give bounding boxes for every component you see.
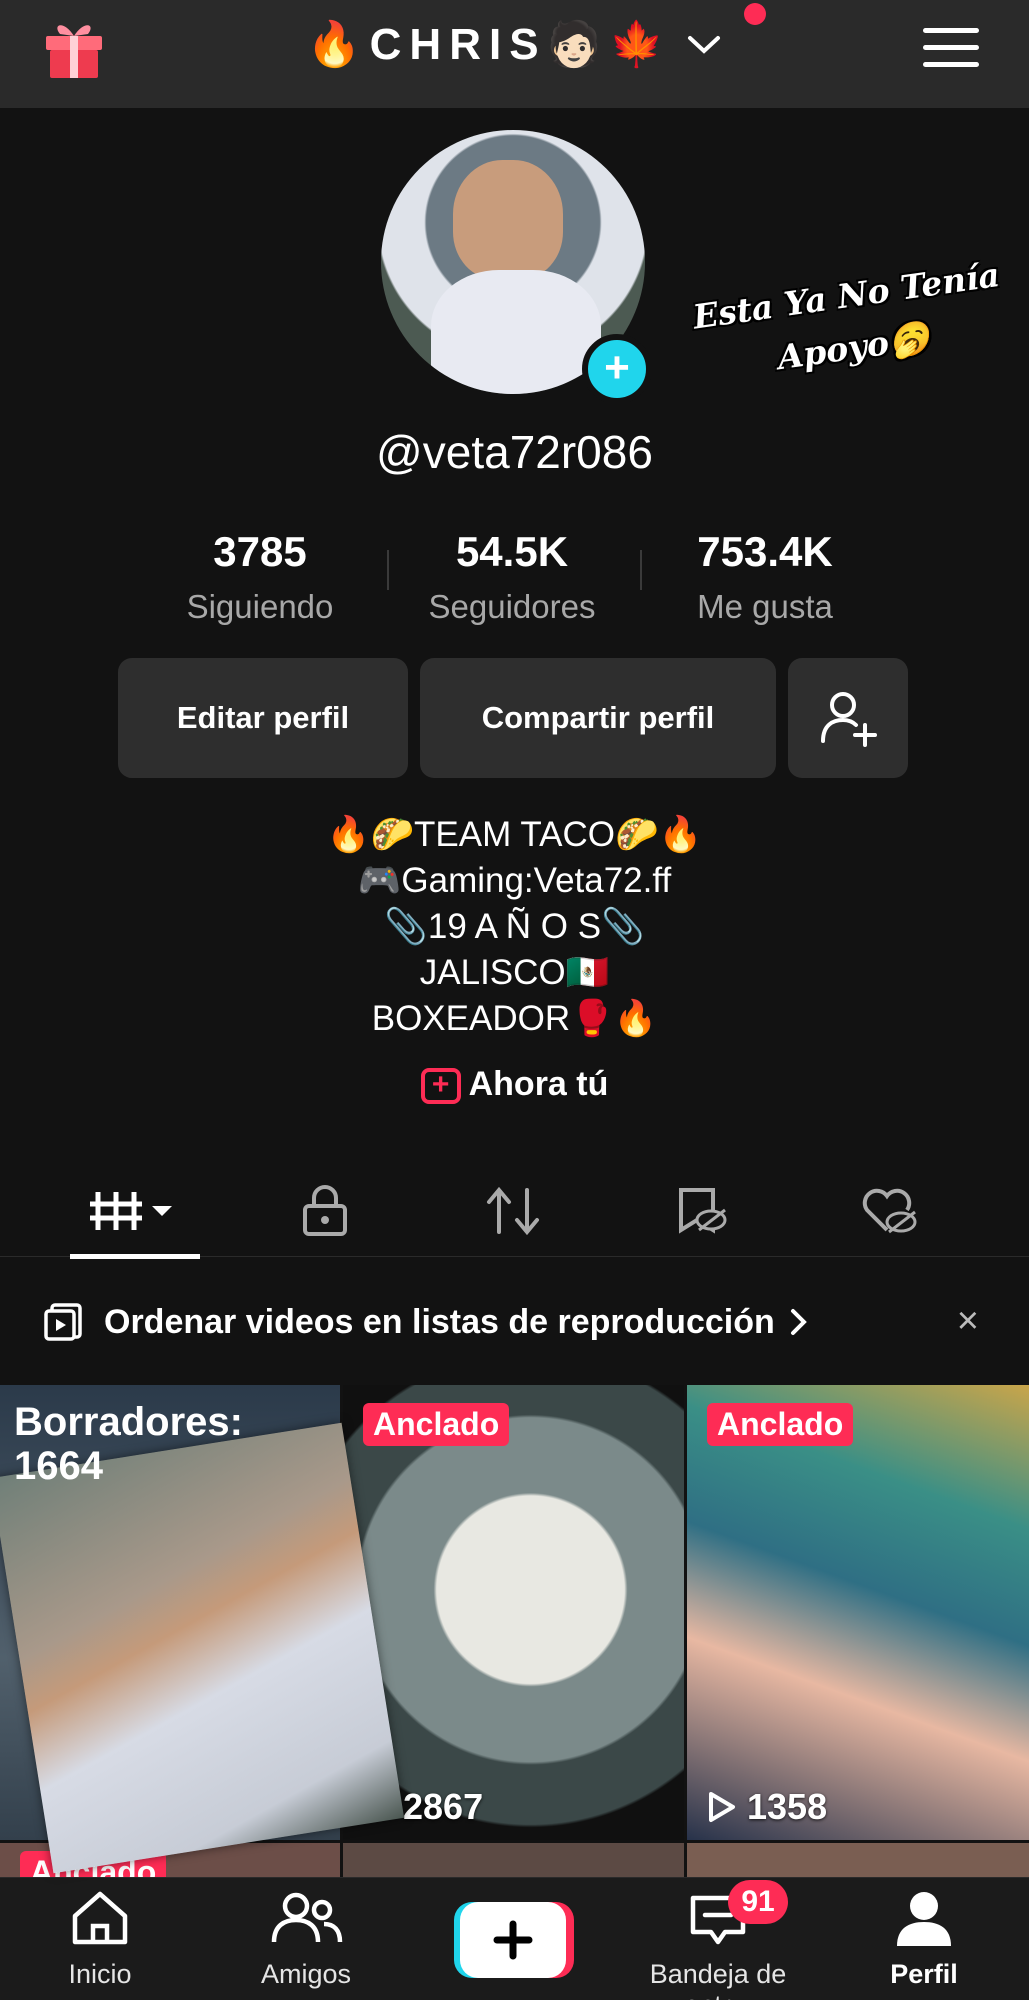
content-tabs [0,1165,1029,1259]
stat-label: Me gusta [697,588,833,625]
bio-line: JALISCO🇲🇽 [419,953,610,992]
stat-value: 753.4K [697,528,833,575]
play-icon [709,1792,735,1822]
tab-videos[interactable] [70,1165,200,1259]
playlist-banner[interactable]: Ordenar videos en listas de reproducción… [0,1262,1029,1382]
stat-value: 3785 [213,528,307,575]
stat-divider [640,550,642,590]
tab-reposts[interactable] [448,1165,578,1257]
bio-line: 🔥🌮TEAM TACO🌮🔥 [326,815,703,854]
friends-icon [271,1892,343,1943]
stat-value: 54.5K [455,528,569,575]
grid-icon [90,1192,172,1230]
video-thumbnail[interactable]: Anclado 1358 [687,1385,1029,1840]
tab-saved[interactable] [636,1165,766,1257]
nav-home[interactable]: Inicio [0,1888,200,1990]
pinned-badge: Anclado [707,1403,854,1446]
pinned-badge: Anclado [363,1403,510,1446]
nav-friends[interactable]: Amigos [206,1888,406,1990]
nav-label: Amigos [260,1959,352,1989]
view-count: 1358 [707,1786,827,1828]
home-icon [72,1891,128,1945]
bottom-nav: Inicio Amigos Bandeja de entr... 91 Perf… [0,1877,1029,2000]
nav-label: Inicio [68,1959,132,1989]
ahora-tu-link[interactable]: + Ahora tú [0,1065,1029,1105]
playlist-banner-text: Ordenar videos en listas de reproducción [104,1302,775,1341]
sticker-text: Esta Ya No Tenía Apoyo🥱 [690,254,1003,378]
hamburger-menu-icon[interactable] [923,28,979,68]
liked-hidden-icon [862,1188,917,1234]
tab-private[interactable] [260,1165,390,1257]
stat-following[interactable]: 3785 Siguiendo [150,528,370,626]
add-friend-button[interactable] [788,658,908,778]
chevron-right-icon [790,1309,807,1335]
inbox-badge: 91 [728,1880,788,1924]
account-name: 🔥CHRIS🧑🏻🍁 [306,20,673,69]
stats-row: 3785 Siguiendo 54.5K Seguidores 753.4K M… [0,528,1029,638]
notification-dot [744,3,766,25]
add-square-icon: + [420,1068,461,1105]
nav-inbox[interactable]: Bandeja de entr... [618,1888,818,2000]
tab-liked[interactable] [824,1165,954,1257]
add-story-plus-icon[interactable]: + [582,334,652,404]
stat-label: Seguidores [428,588,596,625]
nav-profile[interactable]: Perfil [824,1888,1024,1990]
drafts-label: Borradores: 1664 [14,1400,243,1488]
stat-likes[interactable]: 753.4K Me gusta [655,528,875,626]
bio-line: 🎮Gaming:Veta72.ff [357,861,672,900]
close-icon[interactable]: × [957,1300,979,1343]
stat-label: Siguiendo [186,588,334,625]
nav-label: Bandeja de entr... [649,1959,787,2000]
bio-line: BOXEADOR🥊🔥 [371,999,658,1038]
top-bar: 🔥CHRIS🧑🏻🍁 [0,0,1029,108]
repost-icon [487,1186,539,1236]
saved-hidden-icon [679,1188,727,1234]
video-thumbnail[interactable] [687,1843,1029,1877]
chevron-down-icon [688,36,721,54]
playlist-icon [44,1303,82,1341]
video-thumbnail[interactable] [343,1843,684,1877]
drafts-thumbnail [0,1422,405,1874]
edit-profile-button[interactable]: Editar perfil [118,658,408,778]
profile-icon [897,1892,951,1946]
stat-divider [387,550,389,590]
ahora-tu-label: Ahora tú [468,1065,609,1103]
share-profile-button[interactable]: Compartir perfil [420,658,776,778]
account-switcher[interactable]: 🔥CHRIS🧑🏻🍁 [307,18,722,70]
lock-icon [303,1185,347,1236]
nav-label: Perfil [890,1959,958,1989]
username: @veta72r086 [376,426,653,478]
create-plus-icon[interactable] [454,1902,574,1978]
bio-line: 📎19 A Ñ O S📎 [384,907,645,946]
bio: 🔥🌮TEAM TACO🌮🔥 🎮Gaming:Veta72.ff 📎19 A Ñ … [0,812,1029,1042]
stat-followers[interactable]: 54.5K Seguidores [402,528,622,626]
add-user-icon [821,692,877,747]
